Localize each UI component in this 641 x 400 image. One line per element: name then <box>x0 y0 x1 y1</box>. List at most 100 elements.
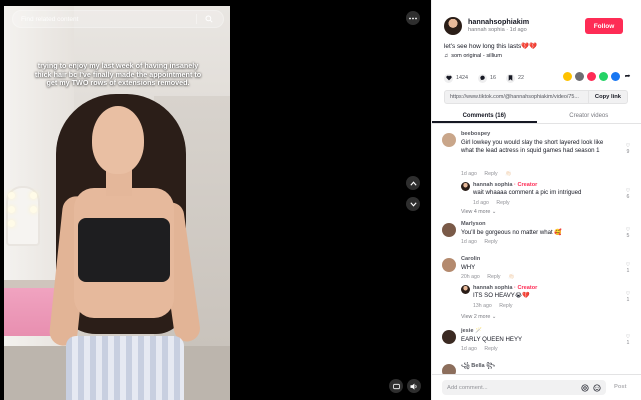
comment-input-wrap[interactable] <box>442 380 606 395</box>
comment-input[interactable] <box>447 384 577 391</box>
mention-icon[interactable] <box>580 383 589 392</box>
comment-text: Girl lowkey you would slay the short lay… <box>461 139 604 154</box>
comment-like[interactable]: ♡ 1 <box>624 262 632 274</box>
comment-like[interactable]: ♡ 1 <box>624 334 632 346</box>
view-more-replies[interactable]: View 4 more ⌄ <box>461 209 496 215</box>
author-subline: hannah sophia · 1d ago <box>468 27 527 33</box>
reply-button[interactable]: Reply <box>484 239 497 245</box>
previous-video-button[interactable] <box>406 176 420 190</box>
like-count: 1424 <box>456 75 468 81</box>
commenter-avatar[interactable] <box>442 330 456 344</box>
tab-comments[interactable]: Comments (16) <box>432 110 537 123</box>
comment-username[interactable]: beebospey <box>461 131 490 137</box>
comment-meta: 1d ago Reply <box>461 239 504 245</box>
save-action[interactable]: 22 <box>506 73 524 83</box>
heart-icon[interactable] <box>444 73 453 83</box>
reply-time: 1d ago <box>473 200 489 206</box>
comment-time: 1d ago <box>461 346 477 352</box>
music-row[interactable]: ♫ som original - sillium <box>444 53 502 59</box>
next-video-button[interactable] <box>406 197 420 211</box>
video-caption-overlay: trying to enjoy my last week of having i… <box>34 61 202 88</box>
more-options-icon[interactable] <box>406 11 420 25</box>
search-divider <box>196 14 197 24</box>
video-player[interactable]: trying to enjoy my last week of having i… <box>0 0 431 400</box>
search-bar[interactable] <box>12 10 224 28</box>
reply-like[interactable]: ♡ 6 <box>624 188 632 200</box>
comment-like[interactable]: ♡ 9 <box>624 143 632 155</box>
comment-meta: 20h ago Reply 👏🏻 <box>461 274 520 280</box>
comment-meta: 1d ago Reply <box>461 346 504 352</box>
comment-like[interactable]: ♡ 5 <box>624 227 632 239</box>
vanity-bulb <box>30 192 37 199</box>
reply-button[interactable]: Reply <box>484 171 497 177</box>
comment-username[interactable]: jesie 🪄 <box>461 328 482 334</box>
captions-icon[interactable] <box>389 379 403 393</box>
commenter-avatar[interactable] <box>442 258 456 272</box>
facebook-icon[interactable] <box>611 72 620 81</box>
author-avatar[interactable] <box>444 17 462 35</box>
person-top <box>78 218 170 282</box>
reply-avatar[interactable] <box>461 285 470 294</box>
reply-meta: 1d ago Reply <box>473 200 516 206</box>
share-icons: ➦ <box>563 72 632 81</box>
reply-text: ITS SO HEAVY😭💔 <box>473 292 530 299</box>
video-frame[interactable]: trying to enjoy my last week of having i… <box>4 6 230 400</box>
reply-username[interactable]: hannah sophia · Creator <box>473 182 537 188</box>
reply-button[interactable]: Reply <box>487 274 500 280</box>
search-icon[interactable] <box>203 13 215 25</box>
comment-time: 20h ago <box>461 274 480 280</box>
commenter-avatar[interactable] <box>442 133 456 147</box>
vanity-bulb <box>8 192 15 199</box>
comment-text: EARLY QUEEN HEYY <box>461 336 523 343</box>
comment-text: You'll be gorgeous no matter what 🥰 <box>461 229 563 236</box>
reply-button[interactable]: Reply <box>484 346 497 352</box>
reply-meta: 13h ago Reply <box>473 303 518 309</box>
comment-composer: Post <box>432 374 641 400</box>
reply-time: 13h ago <box>473 303 492 309</box>
comment-item: Marlyson You'll be gorgeous no matter wh… <box>442 221 634 247</box>
comment-count: 16 <box>490 75 496 81</box>
embed-icon[interactable] <box>563 72 572 81</box>
reply-button[interactable]: Reply <box>496 200 509 206</box>
author-username[interactable]: hannahsophiakim <box>468 17 529 26</box>
comment-username[interactable]: ꧁ Bella ꧂ <box>461 362 495 373</box>
tab-creator-videos[interactable]: Creator videos <box>537 110 641 123</box>
view-more-replies[interactable]: View 2 more ⌄ <box>461 314 496 320</box>
reply-avatar[interactable] <box>461 182 470 191</box>
follow-button[interactable]: Follow <box>585 18 623 34</box>
video-info-panel: hannahsophiakim hannah sophia · 1d ago F… <box>431 0 641 400</box>
post-comment-button[interactable]: Post <box>614 384 627 390</box>
creator-badge: · Creator <box>514 285 538 291</box>
comment-text: WHY <box>461 264 476 271</box>
whatsapp-icon[interactable] <box>599 72 608 81</box>
music-title[interactable]: som original - sillium <box>451 53 502 59</box>
comment-action[interactable]: 16 <box>478 73 496 83</box>
commenter-avatar[interactable] <box>442 223 456 237</box>
reply-username[interactable]: hannah sophia · Creator <box>473 285 537 291</box>
comment-list[interactable]: beebospey Girl lowkey you would slay the… <box>432 127 641 377</box>
comment-like-count: 1 <box>626 268 630 274</box>
comment-icon[interactable] <box>478 73 487 83</box>
comment-time: 1d ago <box>461 239 477 245</box>
reply-button[interactable]: Reply <box>499 303 512 309</box>
reply-like[interactable]: ♡ 1 <box>624 291 632 303</box>
comment-like-count: 9 <box>626 149 630 155</box>
comment-username[interactable]: Carolin <box>461 256 480 262</box>
copy-link-button[interactable]: Copy link <box>587 91 627 103</box>
save-count: 22 <box>518 75 524 81</box>
chevron-down-icon <box>409 201 417 207</box>
panel-tabs: Comments (16) Creator videos <box>432 110 641 124</box>
creator-badge: · Creator <box>514 182 538 188</box>
comment-username[interactable]: Marlyson <box>461 221 486 227</box>
share-arrow-icon[interactable]: ➦ <box>623 72 632 81</box>
reply-like-count: 6 <box>626 194 630 200</box>
search-input[interactable] <box>21 15 190 23</box>
bookmark-icon[interactable] <box>506 73 515 83</box>
emoji-icon[interactable] <box>592 383 601 392</box>
creator-liked-icon: 👏🏻 <box>505 171 512 177</box>
repost-icon[interactable] <box>587 72 596 81</box>
send-to-friend-icon[interactable] <box>575 72 584 81</box>
vanity-bulb <box>8 206 15 213</box>
volume-icon[interactable] <box>407 379 421 393</box>
like-action[interactable]: 1424 <box>444 73 468 83</box>
